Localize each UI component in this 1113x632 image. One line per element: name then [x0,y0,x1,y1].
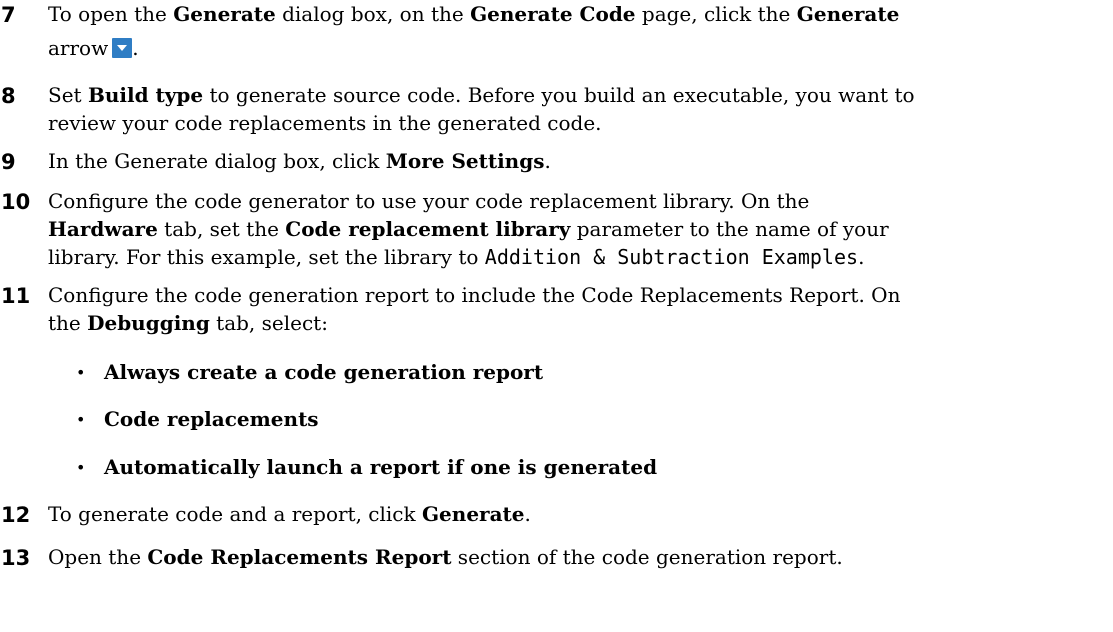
text: review your code replacements in the gen… [48,111,602,135]
text: . [132,36,139,60]
step-10-line-3: library. For this example, set the libra… [48,243,1110,272]
text: . [858,245,865,269]
step-number: 12 [1,503,31,527]
document-page: 7 To open the Generate dialog box, on th… [0,0,1113,632]
step-number: 8 [1,84,16,108]
step-10-line-1: Configure the code generator to use your… [48,187,1110,216]
bold-term: Generate Code [470,2,636,26]
step-13-line-1: Open the Code Replacements Report sectio… [48,543,1110,572]
text: arrow [48,36,109,60]
bold-term: Generate [173,2,276,26]
text: Configure the code generator to use your… [48,189,810,213]
text: section of the code generation report. [451,545,843,569]
text: tab, set the [157,217,286,241]
bold-term: Debugging [87,311,210,335]
text: Set [48,83,88,107]
text: To open the [48,2,174,26]
text: . [524,502,531,526]
step-number: 9 [1,150,16,174]
step-11-line-2: the Debugging tab, select: [48,309,1110,338]
text: tab, select: [209,311,328,335]
step-8-line-2: review your code replacements in the gen… [48,109,1110,138]
step-7-line-2: arrow. [48,34,1110,63]
step-7-line-1: To open the Generate dialog box, on the … [48,0,1110,29]
bullet-icon: • [76,458,86,477]
text: To generate code and a report, click [48,502,422,526]
text: . [544,149,551,173]
text: dialog box, on the [275,2,471,26]
step-number: 13 [1,546,31,570]
bold-term: Code replacement library [285,217,571,241]
text: Configure the code generation report to … [48,283,901,307]
bullet-text: Automatically launch a report if one is … [104,455,658,479]
bold-term: Build type [87,83,204,107]
bullet-icon: • [76,410,86,429]
step-11-line-1: Configure the code generation report to … [48,281,1110,310]
step-number: 11 [1,284,31,308]
step-number: 10 [1,190,31,214]
step-10-line-2: Hardware tab, set the Code replacement l… [48,215,1110,244]
text: page, click the [635,2,797,26]
step-12-line-1: To generate code and a report, click Gen… [48,500,1110,529]
code-literal: Addition & Subtraction Examples [484,245,859,269]
text: In the Generate dialog box, click [48,149,386,173]
bold-term: Generate [796,2,900,26]
bold-term: More Settings [385,149,545,173]
text: the [48,311,88,335]
text: library. For this example, set the libra… [48,245,485,269]
bold-term: Hardware [48,217,158,241]
text: parameter to the name of your [570,217,889,241]
bullet-icon: • [76,363,86,382]
bold-term: Code Replacements Report [147,545,452,569]
bullet-text: Always create a code generation report [104,360,544,384]
bullet-text: Code replacements [104,407,319,431]
text: Open the [48,545,148,569]
dropdown-arrow-icon [112,38,133,58]
step-9-line-1: In the Generate dialog box, click More S… [48,147,1110,176]
text: to generate source code. Before you buil… [203,83,915,107]
bold-term: Generate [421,502,525,526]
step-number: 7 [1,3,16,27]
step-8-line-1: Set Build type to generate source code. … [48,81,1110,110]
